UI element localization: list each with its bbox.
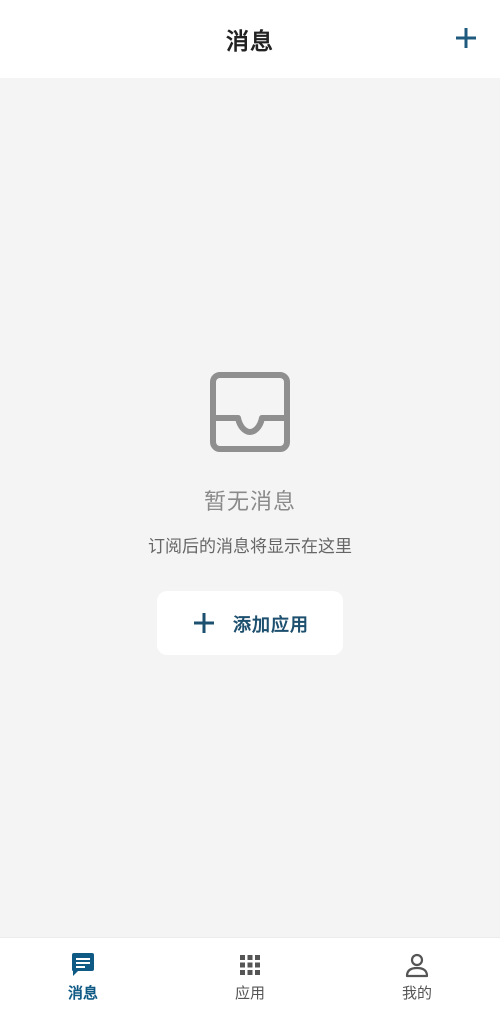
empty-title: 暂无消息 [203, 490, 296, 515]
inbox-tray-icon [210, 372, 290, 452]
message-icon [72, 953, 94, 976]
add-app-button[interactable]: 添加应用 [157, 591, 343, 655]
grid-icon [240, 955, 260, 975]
add-app-label: 添加应用 [233, 615, 309, 636]
tab-apps[interactable]: 应用 [167, 938, 333, 1020]
tab-messages-label: 消息 [67, 984, 98, 1002]
messages-page: 消息 暂无消息 订阅后的消息将显示在这里 添加应用 消息 应用 我的 [0, 0, 500, 1020]
person-icon [405, 953, 429, 978]
header-bar: 消息 [0, 0, 500, 78]
bottom-tab-bar: 消息 应用 我的 [0, 937, 500, 1020]
add-button[interactable] [452, 24, 480, 52]
tab-profile-label: 我的 [401, 984, 432, 1002]
empty-description: 订阅后的消息将显示在这里 [148, 537, 352, 557]
tab-messages[interactable]: 消息 [0, 938, 166, 1020]
plus-icon [194, 613, 214, 633]
plus-icon [456, 28, 476, 48]
tab-apps-label: 应用 [234, 984, 265, 1002]
page-title: 消息 [226, 29, 274, 55]
tab-profile[interactable]: 我的 [334, 938, 500, 1020]
